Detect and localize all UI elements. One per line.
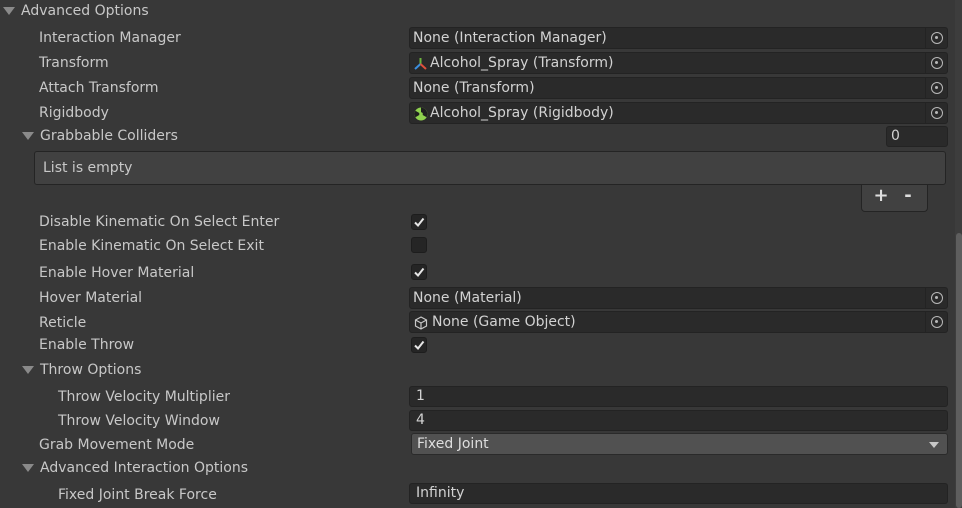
grabbable-colliders-count-input[interactable]: 0 <box>886 126 948 147</box>
rigidbody-label: Rigidbody <box>39 105 109 121</box>
attach-transform-label: Attach Transform <box>39 80 159 96</box>
checkmark-icon <box>414 217 425 228</box>
hover-material-field[interactable]: None (Material) <box>409 287 948 309</box>
reticle-value: None (Game Object) <box>432 314 576 330</box>
interaction-manager-field[interactable]: None (Interaction Manager) <box>409 27 948 49</box>
reticle-label: Reticle <box>39 315 87 331</box>
list-footer: + - <box>861 185 928 212</box>
throw-velocity-multiplier-value: 1 <box>416 388 425 404</box>
rigidbody-field[interactable]: Alcohol_Spray (Rigidbody) <box>409 102 948 124</box>
gameobject-cube-icon <box>414 316 428 330</box>
throw-velocity-multiplier-label: Throw Velocity Multiplier <box>58 389 230 405</box>
disable-kinematic-select-enter-label: Disable Kinematic On Select Enter <box>39 214 280 230</box>
foldout-expanded-icon[interactable] <box>22 132 34 140</box>
foldout-expanded-icon[interactable] <box>22 366 34 374</box>
checkmark-icon <box>414 267 425 278</box>
inspector-panel: Advanced Options Interaction Manager Non… <box>0 0 962 508</box>
transform-value: Alcohol_Spray (Transform) <box>430 55 614 71</box>
fixed-joint-break-force-value: Infinity <box>416 485 465 501</box>
object-picker-icon[interactable] <box>931 32 943 44</box>
foldout-expanded-icon[interactable] <box>22 464 34 472</box>
throw-velocity-window-value: 4 <box>416 412 425 428</box>
fixed-joint-break-force-input[interactable]: Infinity <box>409 483 948 504</box>
enable-hover-material-checkbox[interactable] <box>411 264 427 280</box>
enable-kinematic-select-exit-label: Enable Kinematic On Select Exit <box>39 238 264 254</box>
throw-velocity-window-input[interactable]: 4 <box>409 410 948 431</box>
transform-label: Transform <box>39 55 109 71</box>
attach-transform-field[interactable]: None (Transform) <box>409 77 948 99</box>
throw-velocity-multiplier-input[interactable]: 1 <box>409 386 948 407</box>
foldout-expanded-icon[interactable] <box>3 7 15 15</box>
grab-movement-mode-dropdown[interactable]: Fixed Joint <box>411 433 948 455</box>
list-add-button[interactable]: + <box>871 187 891 205</box>
object-picker-icon[interactable] <box>931 292 943 304</box>
rigidbody-icon <box>414 107 428 121</box>
object-picker-icon[interactable] <box>931 107 943 119</box>
grabbable-colliders-list: List is empty <box>34 151 946 185</box>
enable-hover-material-label: Enable Hover Material <box>39 265 195 281</box>
grab-movement-mode-value: Fixed Joint <box>417 436 489 452</box>
section-title-advanced-options[interactable]: Advanced Options <box>21 2 149 20</box>
object-picker-icon[interactable] <box>931 82 943 94</box>
enable-throw-checkbox[interactable] <box>411 337 427 353</box>
enable-throw-label: Enable Throw <box>39 337 135 353</box>
reticle-field[interactable]: None (Game Object) <box>409 311 948 333</box>
list-remove-button[interactable]: - <box>898 187 918 205</box>
throw-velocity-window-label: Throw Velocity Window <box>58 413 220 429</box>
hover-material-label: Hover Material <box>39 290 143 306</box>
interaction-manager-value: None (Interaction Manager) <box>413 30 607 46</box>
checkmark-icon <box>414 340 425 351</box>
transform-field[interactable]: Alcohol_Spray (Transform) <box>409 52 948 74</box>
object-picker-icon[interactable] <box>931 316 943 328</box>
interaction-manager-label: Interaction Manager <box>39 30 181 46</box>
object-picker-icon[interactable] <box>931 57 943 69</box>
throw-options-title[interactable]: Throw Options <box>40 361 141 379</box>
dropdown-arrow-icon <box>929 442 939 448</box>
enable-kinematic-select-exit-checkbox[interactable] <box>411 237 427 253</box>
disable-kinematic-select-enter-checkbox[interactable] <box>411 214 427 230</box>
attach-transform-value: None (Transform) <box>413 80 535 96</box>
scrollbar-thumb[interactable] <box>956 233 962 508</box>
fixed-joint-break-force-label: Fixed Joint Break Force <box>58 487 217 503</box>
grabbable-colliders-label[interactable]: Grabbable Colliders <box>40 127 178 145</box>
hover-material-value: None (Material) <box>413 290 522 306</box>
advanced-interaction-options-title[interactable]: Advanced Interaction Options <box>40 459 248 477</box>
grab-movement-mode-label: Grab Movement Mode <box>39 437 195 453</box>
list-empty-text: List is empty <box>43 160 133 176</box>
transform-icon <box>414 58 427 70</box>
grabbable-colliders-count: 0 <box>891 128 900 144</box>
rigidbody-value: Alcohol_Spray (Rigidbody) <box>430 105 614 121</box>
